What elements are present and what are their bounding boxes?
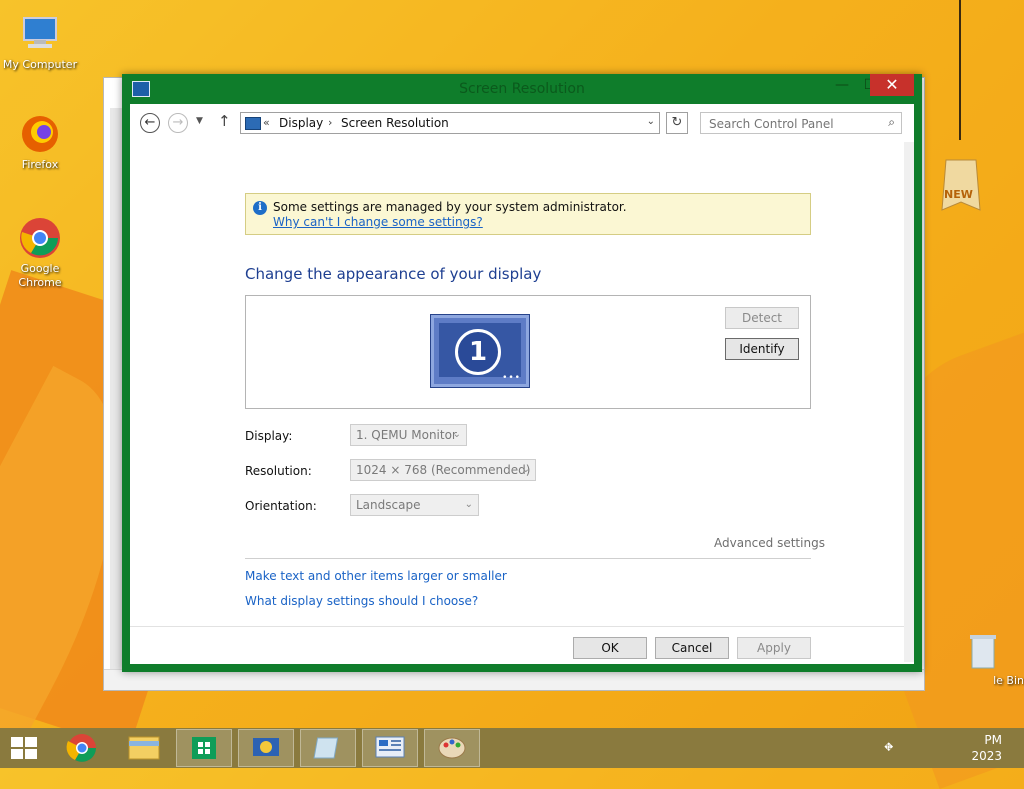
up-arrow-icon[interactable]: ↑: [218, 112, 231, 130]
windows-start-icon[interactable]: [11, 737, 37, 759]
vertical-scrollbar[interactable]: [904, 142, 914, 662]
address-bar[interactable]: « Display › Screen Resolution ⌄: [240, 112, 660, 134]
orientation-select-value: Landscape: [356, 498, 421, 512]
apply-button[interactable]: Apply: [737, 637, 811, 659]
taskbar-paint[interactable]: [424, 729, 480, 767]
search-icon[interactable]: ⌕: [888, 115, 895, 130]
folder-icon: [128, 736, 160, 760]
desktop-icon-chrome[interactable]: Google Chrome: [0, 216, 80, 290]
resolution-label: Resolution:: [245, 464, 312, 478]
orientation-label: Orientation:: [245, 499, 317, 513]
chevron-down-icon: ⌄: [464, 499, 473, 510]
search-input[interactable]: [707, 114, 881, 134]
display-select[interactable]: 1. QEMU Monitor ⌄: [350, 424, 467, 446]
desktop-icon-firefox[interactable]: Firefox: [0, 112, 80, 172]
network-icon[interactable]: ⛖: [884, 740, 894, 755]
taskbar-store[interactable]: [176, 729, 232, 767]
address-dropdown-chevron-icon[interactable]: ⌄: [647, 116, 655, 127]
breadcrumb-overflow[interactable]: «: [263, 116, 270, 129]
monitor-dots-icon: •••: [502, 373, 521, 383]
detect-button[interactable]: Detect: [725, 307, 799, 329]
desktop-icon-label: Google Chrome: [18, 262, 62, 289]
navigation-bar: ← → ▼ ↑ « Display › Screen Resolution ⌄ …: [130, 104, 914, 142]
forward-arrow-icon[interactable]: →: [168, 113, 188, 133]
control-panel-icon: [375, 736, 405, 758]
screen-resolution-window[interactable]: Screen Resolution — ☐ ✕ ← → ▼ ↑ « Displa…: [122, 74, 922, 672]
recent-locations-chevron-icon[interactable]: ▼: [196, 116, 203, 126]
advanced-settings-link[interactable]: Advanced settings: [714, 536, 825, 550]
store-icon: [192, 737, 216, 759]
taskbar-control-panel[interactable]: [362, 729, 418, 767]
taskbar-chrome[interactable]: [54, 729, 110, 767]
firefox-icon: [18, 112, 62, 156]
monitor-1-tile[interactable]: 1 •••: [430, 314, 530, 388]
page-heading: Change the appearance of your display: [245, 265, 542, 283]
breadcrumb-separator-icon[interactable]: ›: [328, 116, 332, 129]
background-window-sidebar: [110, 108, 122, 686]
ok-button[interactable]: OK: [573, 637, 647, 659]
hanging-rope-decoration: [959, 0, 961, 140]
display-label: Display:: [245, 429, 293, 443]
chrome-icon: [18, 216, 62, 260]
minimize-button[interactable]: —: [828, 74, 856, 96]
monitor-number: 1: [455, 329, 501, 375]
taskbar: ⛖ PM 2023: [0, 728, 1024, 768]
background-window-statusbar: [104, 669, 924, 690]
title-bar[interactable]: Screen Resolution — ☐ ✕: [122, 74, 922, 104]
display-select-value: 1. QEMU Monitor: [356, 428, 457, 442]
search-box[interactable]: ⌕: [700, 112, 902, 134]
why-cant-i-change-link[interactable]: Why can't I change some settings?: [273, 215, 483, 229]
window-content: ← → ▼ ↑ « Display › Screen Resolution ⌄ …: [130, 104, 914, 664]
text-size-link[interactable]: Make text and other items larger or smal…: [245, 569, 507, 583]
breadcrumb-screen-resolution[interactable]: Screen Resolution: [341, 116, 449, 130]
chrome-icon: [66, 734, 96, 762]
close-button[interactable]: ✕: [870, 74, 914, 96]
resolution-select[interactable]: 1024 × 768 (Recommended) ⌄: [350, 459, 536, 481]
divider: [245, 558, 811, 559]
info-icon: i: [253, 201, 267, 215]
paint-palette-icon: [438, 737, 466, 759]
new-badge-text: NEW: [944, 188, 973, 201]
chevron-down-icon: ⌄: [452, 429, 461, 440]
desktop-icon-my-computer[interactable]: My Computer: [0, 12, 80, 72]
display-preview-panel: 1 ••• Detect Identify: [245, 295, 811, 409]
new-badge-decoration: NEW: [936, 150, 986, 220]
desktop-icon-recycle-bin[interactable]: le Bin: [944, 632, 1024, 688]
computer-icon: [18, 12, 62, 56]
clock-date: 2023: [971, 749, 1002, 763]
refresh-icon[interactable]: ↻: [666, 112, 688, 134]
desktop-icon-label: My Computer: [2, 58, 78, 71]
desktop-icon-label: le Bin: [993, 674, 1024, 687]
resolution-select-value: 1024 × 768 (Recommended): [356, 463, 531, 477]
window-title: Screen Resolution: [459, 81, 585, 97]
clock-time: PM: [984, 733, 1002, 747]
footer-divider: [130, 626, 904, 627]
display-settings-help-link[interactable]: What display settings should I choose?: [245, 594, 478, 608]
window-stack-icon: [313, 737, 339, 759]
orientation-select[interactable]: Landscape ⌄: [350, 494, 479, 516]
monitor-identify-icon: [253, 738, 279, 756]
breadcrumb-display[interactable]: Display: [279, 116, 323, 130]
recycle-bin-icon: [966, 632, 1000, 672]
system-tray: ⛖ PM 2023: [824, 728, 1024, 768]
taskbar-window-switcher[interactable]: [300, 729, 356, 767]
identify-button[interactable]: Identify: [725, 338, 799, 360]
info-message: Some settings are managed by your system…: [273, 200, 627, 214]
display-icon: [245, 117, 261, 130]
desktop-icon-label: Firefox: [21, 158, 59, 171]
back-arrow-icon[interactable]: ←: [140, 113, 160, 133]
taskbar-display-app[interactable]: [238, 729, 294, 767]
clock[interactable]: PM 2023: [971, 732, 1002, 764]
cancel-button[interactable]: Cancel: [655, 637, 729, 659]
taskbar-file-explorer[interactable]: [116, 729, 172, 767]
admin-info-bar: i Some settings are managed by your syst…: [245, 193, 811, 235]
chevron-down-icon: ⌄: [521, 464, 530, 475]
